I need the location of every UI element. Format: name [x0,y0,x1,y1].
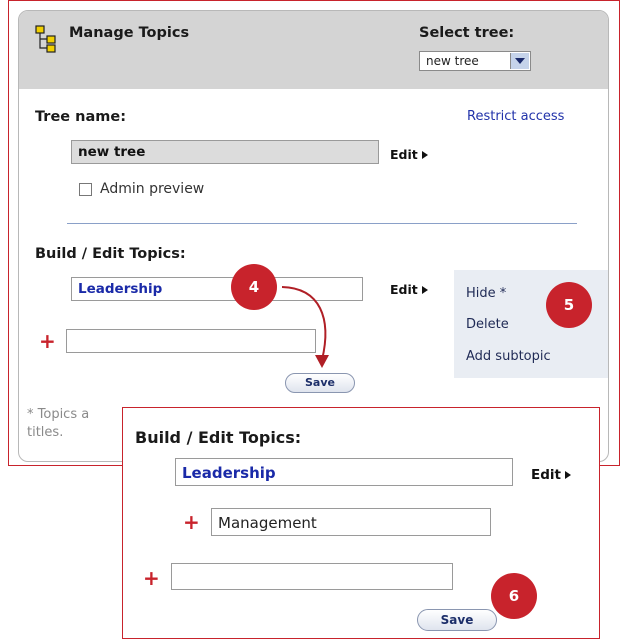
zoom-edit-label: Edit [531,467,561,483]
zoom-save-button[interactable]: Save [417,609,497,631]
triangle-right-icon [564,470,571,479]
zoom-new-topic-field[interactable] [171,563,453,590]
zoom-heading: Build / Edit Topics: [135,428,302,447]
zoom-subtopic-field[interactable]: Management [211,508,491,536]
zoom-subtopic-plus-icon[interactable]: + [183,512,200,532]
callout-badge-5: 5 [546,282,592,328]
callout-badge-4: 4 [231,264,277,310]
zoom-add-topic-plus-icon[interactable]: + [143,568,160,588]
zoom-topic-field-leadership[interactable]: Leadership [175,458,513,486]
callout-badge-6: 6 [491,573,537,619]
zoom-edit-button[interactable]: Edit [531,464,571,483]
